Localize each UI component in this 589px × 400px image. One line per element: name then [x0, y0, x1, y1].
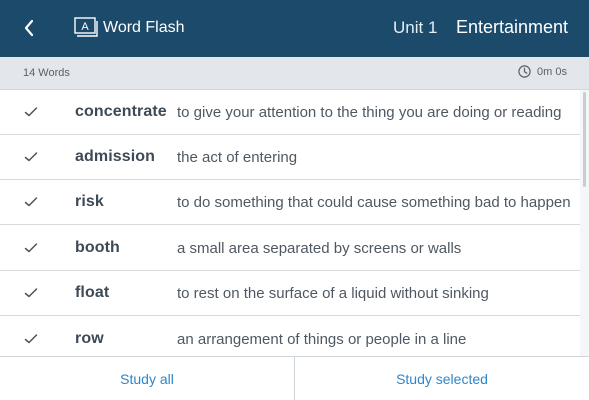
svg-text:A: A	[81, 21, 89, 33]
word-row[interactable]: booth a small area separated by screens …	[0, 226, 580, 271]
word-definition: to rest on the surface of a liquid witho…	[177, 285, 489, 302]
check-icon[interactable]	[24, 151, 38, 163]
word-definition: the act of entering	[177, 149, 298, 166]
bottom-bar: Study all Study selected	[0, 356, 589, 400]
word-row[interactable]: row an arrangement of things or people i…	[0, 317, 580, 356]
word-row[interactable]: risk to do something that could cause so…	[0, 180, 580, 225]
word-flash-logo-icon: A	[74, 17, 98, 37]
app-brand: A Word Flash	[74, 14, 185, 42]
topic-title: Entertainment	[456, 17, 569, 37]
word-term: risk	[75, 193, 104, 210]
word-row[interactable]: admission the act of entering	[0, 135, 580, 180]
word-count: 14 Words	[23, 67, 70, 79]
check-icon[interactable]	[24, 106, 38, 118]
word-definition: to give your attention to the thing you …	[177, 104, 562, 121]
word-row[interactable]: float to rest on the surface of a liquid…	[0, 271, 580, 316]
word-row[interactable]: concentrate to give your attention to th…	[0, 90, 580, 135]
chevron-left-icon	[24, 19, 34, 37]
check-icon[interactable]	[24, 287, 38, 299]
check-icon[interactable]	[24, 196, 38, 208]
app-title: Word Flash	[103, 19, 185, 36]
check-icon[interactable]	[24, 333, 38, 345]
clock-icon	[518, 65, 531, 78]
word-definition: to do something that could cause somethi…	[177, 194, 571, 211]
top-bar: A Word Flash Unit 1 Entertainment	[0, 0, 589, 57]
word-term: admission	[75, 148, 156, 165]
word-term: row	[75, 330, 104, 347]
scrollbar-thumb[interactable]	[583, 92, 586, 187]
check-icon[interactable]	[24, 242, 38, 254]
word-term: concentrate	[75, 103, 167, 120]
word-term: float	[75, 284, 110, 301]
back-button[interactable]	[14, 13, 44, 43]
word-definition: a small area separated by screens or wal…	[177, 240, 462, 257]
unit-label: Unit 1	[393, 18, 438, 37]
info-bar: 14 Words 0m 0s	[0, 57, 589, 90]
study-selected-button[interactable]: Study selected	[294, 357, 589, 400]
timer: 0m 0s	[518, 65, 567, 78]
word-term: booth	[75, 239, 120, 256]
word-definition: an arrangement of things or people in a …	[177, 331, 467, 348]
timer-value: 0m 0s	[537, 65, 567, 78]
word-list[interactable]: concentrate to give your attention to th…	[0, 90, 589, 356]
study-all-button[interactable]: Study all	[0, 357, 294, 400]
